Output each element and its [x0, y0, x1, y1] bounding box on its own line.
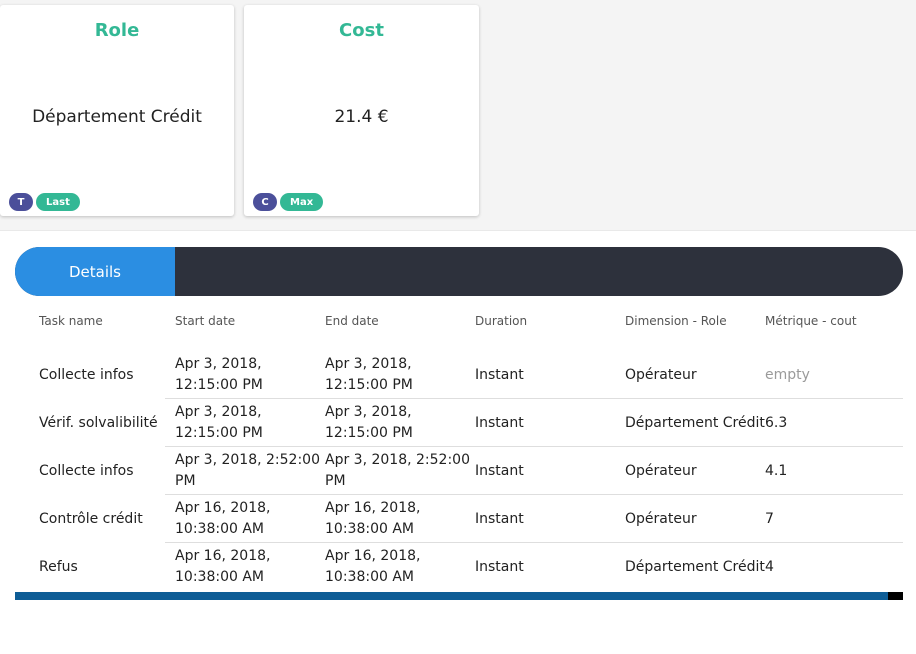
column-header-end-date[interactable]: End date	[325, 314, 470, 328]
cell-role: Département Crédit	[625, 558, 765, 575]
cell-role: Opérateur	[625, 366, 697, 383]
cell-cost: 6.3	[765, 414, 788, 431]
cell-task-name: Collecte infos	[39, 366, 134, 383]
cost-card[interactable]: Cost 21.4 € C Max	[244, 5, 479, 216]
cell-role: Département Crédit	[625, 414, 765, 431]
aggregation-badge: Max	[280, 193, 324, 211]
card-title: Role	[94, 20, 140, 41]
card-value: 21.4 €	[334, 107, 389, 127]
cell-start-date: Apr 3, 2018, 2:52:00 PM	[175, 452, 320, 489]
kpi-area: Role Département Crédit T Last Cost 21.4…	[0, 0, 916, 231]
column-header-duration[interactable]: Duration	[475, 314, 620, 328]
cell-start-date: Apr 16, 2018, 10:38:00 AM	[175, 500, 271, 537]
table-row[interactable]: Vérif. solvalibilité Apr 3, 2018, 12:15:…	[15, 399, 903, 447]
tab-bar: Details	[15, 247, 903, 296]
table-row[interactable]: Refus Apr 16, 2018, 10:38:00 AM Apr 16, …	[15, 543, 903, 591]
cell-duration: Instant	[475, 510, 524, 527]
cell-task-name: Contrôle crédit	[39, 510, 143, 527]
card-badges: C Max	[253, 193, 324, 211]
cell-duration: Instant	[475, 558, 524, 575]
cell-duration: Instant	[475, 366, 524, 383]
cell-role: Opérateur	[625, 510, 697, 527]
cell-task-name: Vérif. solvalibilité	[39, 414, 158, 431]
cell-end-date: Apr 3, 2018, 2:52:00 PM	[325, 452, 470, 489]
horizontal-scrollbar[interactable]	[15, 592, 903, 600]
cell-start-date: Apr 16, 2018, 10:38:00 AM	[175, 548, 271, 585]
cell-cost: 4	[765, 558, 774, 575]
scrollbar-end-cap	[888, 592, 903, 600]
type-badge: T	[9, 193, 33, 211]
cell-cost: 4.1	[765, 462, 788, 479]
type-badge: C	[253, 193, 277, 211]
cell-task-name: Refus	[39, 558, 78, 575]
card-badges: T Last	[9, 193, 80, 211]
cell-task-name: Collecte infos	[39, 462, 134, 479]
cell-end-date: Apr 3, 2018, 12:15:00 PM	[325, 356, 413, 393]
card-value: Département Crédit	[32, 107, 202, 127]
cell-start-date: Apr 3, 2018, 12:15:00 PM	[175, 404, 263, 441]
cell-start-date: Apr 3, 2018, 12:15:00 PM	[175, 356, 263, 393]
table-row[interactable]: Collecte infos Apr 3, 2018, 2:52:00 PM A…	[15, 447, 903, 495]
cell-duration: Instant	[475, 414, 524, 431]
cell-cost: 7	[765, 510, 774, 527]
column-header-dimension-role[interactable]: Dimension - Role	[625, 314, 765, 328]
table-row[interactable]: Collecte infos Apr 3, 2018, 12:15:00 PM …	[15, 351, 903, 399]
tab-details[interactable]: Details	[15, 247, 175, 296]
cell-role: Opérateur	[625, 462, 697, 479]
aggregation-badge: Last	[36, 193, 80, 211]
column-header-start-date[interactable]: Start date	[175, 314, 320, 328]
cell-duration: Instant	[475, 462, 524, 479]
table-header: Task name Start date End date Duration D…	[15, 314, 903, 332]
role-card[interactable]: Role Département Crédit T Last	[0, 5, 234, 216]
cell-end-date: Apr 16, 2018, 10:38:00 AM	[325, 500, 421, 537]
cell-end-date: Apr 3, 2018, 12:15:00 PM	[325, 404, 413, 441]
column-header-task-name[interactable]: Task name	[39, 314, 174, 328]
column-header-metrique-cout[interactable]: Métrique - cout	[765, 314, 895, 328]
cell-cost: empty	[765, 366, 810, 383]
table-row[interactable]: Contrôle crédit Apr 16, 2018, 10:38:00 A…	[15, 495, 903, 543]
card-title: Cost	[339, 20, 384, 41]
cell-end-date: Apr 16, 2018, 10:38:00 AM	[325, 548, 421, 585]
